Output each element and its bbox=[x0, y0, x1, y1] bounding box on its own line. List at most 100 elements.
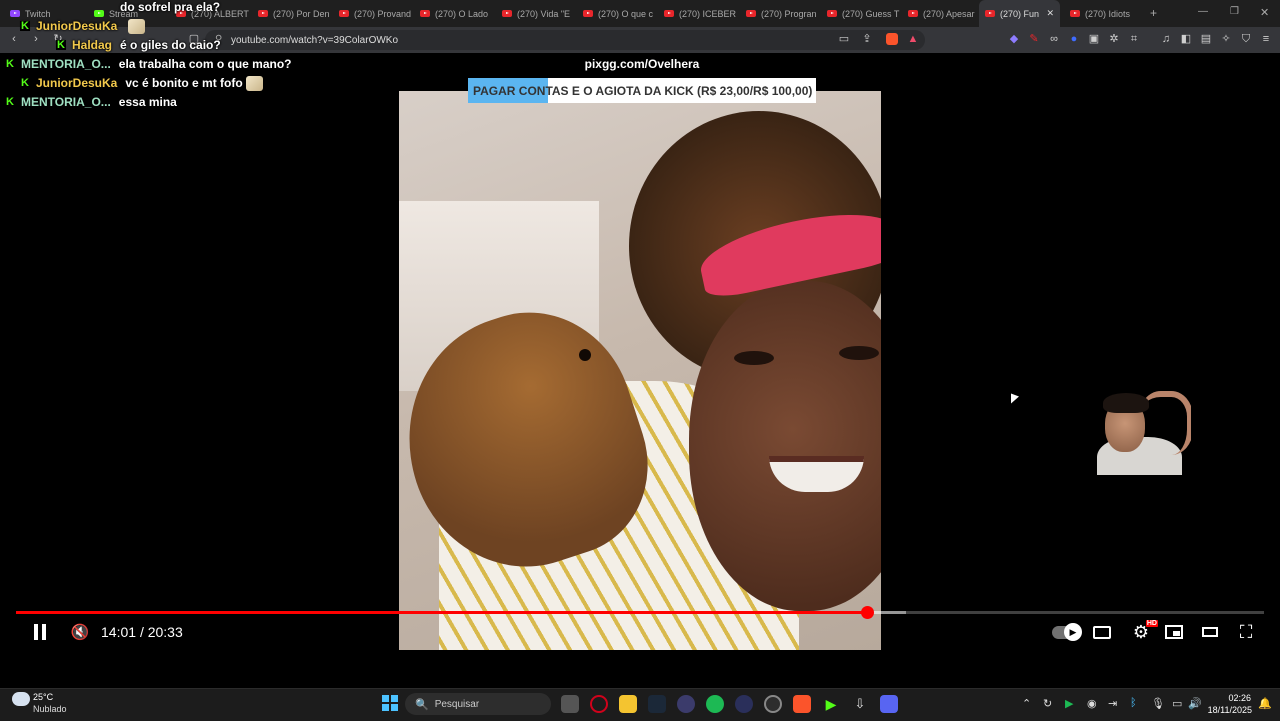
youtube-favicon-icon bbox=[258, 10, 268, 17]
kick-app-icon[interactable]: ▶ bbox=[822, 695, 840, 713]
vpn-shield-icon[interactable]: ⛉ bbox=[1240, 33, 1252, 45]
tab-item[interactable]: (270) Vida "E bbox=[496, 0, 577, 27]
muted-speaker-icon: 🔇 bbox=[70, 624, 90, 641]
kick-badge-icon: K bbox=[5, 96, 15, 108]
extension-icon[interactable]: ✎ bbox=[1028, 33, 1040, 45]
opera-icon[interactable] bbox=[590, 695, 608, 713]
subtitles-button[interactable] bbox=[1091, 620, 1113, 644]
close-tab-icon[interactable]: ✕ bbox=[1046, 8, 1054, 19]
sidebar-icon[interactable]: ◧ bbox=[1180, 33, 1192, 45]
close-window-button[interactable]: ✕ bbox=[1260, 6, 1269, 19]
settings-button[interactable]: ⚙ HD bbox=[1128, 620, 1158, 644]
chat-message: K MENTORIA_O... essa mina bbox=[5, 93, 177, 111]
app-icon[interactable] bbox=[735, 695, 753, 713]
tab-label: (270) Apesar bbox=[923, 8, 975, 19]
tab-item[interactable]: (270) ICEBER bbox=[658, 0, 739, 27]
kick-badge-icon: K bbox=[20, 77, 30, 89]
app-icon[interactable] bbox=[677, 695, 695, 713]
fullscreen-button[interactable]: ⛶ bbox=[1235, 620, 1257, 644]
cast-icon[interactable]: ▭ bbox=[838, 33, 850, 45]
download-icon[interactable]: ⇩ bbox=[851, 695, 869, 713]
back-icon[interactable]: ‹ bbox=[8, 33, 20, 45]
extension-icon[interactable]: ● bbox=[1068, 33, 1080, 45]
clock-date[interactable]: 18/11/2025 bbox=[1206, 705, 1252, 715]
wallet-icon[interactable]: ▤ bbox=[1200, 33, 1212, 45]
captions-icon bbox=[1093, 625, 1111, 639]
chat-text: ela trabalha com o que mano? bbox=[118, 57, 292, 71]
time-separator: / bbox=[139, 624, 144, 640]
maximize-button[interactable]: ❐ bbox=[1230, 6, 1239, 17]
video-frame[interactable] bbox=[399, 91, 881, 650]
pause-button[interactable] bbox=[28, 620, 52, 644]
tray-app-icon[interactable]: ⇥ bbox=[1108, 697, 1117, 710]
chat-text: vc é bonito e mt fofo bbox=[125, 76, 243, 90]
brave-rewards-icon[interactable]: ▲ bbox=[907, 33, 919, 45]
tab-active[interactable]: (270) Fun ✕ bbox=[979, 0, 1060, 27]
steam-icon[interactable] bbox=[648, 695, 666, 713]
weather-temperature[interactable]: 25°C bbox=[33, 692, 53, 702]
discord-icon[interactable] bbox=[880, 695, 898, 713]
chat-emote-icon bbox=[128, 18, 146, 34]
tab-item[interactable]: (270) Por Den bbox=[252, 0, 333, 27]
new-tab-button[interactable]: + bbox=[1150, 6, 1157, 20]
play-tray-icon[interactable]: ▶ bbox=[1065, 697, 1073, 710]
mouse-cursor bbox=[1011, 393, 1019, 407]
chat-message: K JuniorDesuKa vc é bonito e mt fofo bbox=[20, 74, 263, 92]
autoplay-toggle[interactable] bbox=[1051, 620, 1082, 644]
screenshot-icon[interactable]: ⌗ bbox=[1128, 33, 1140, 45]
tab-item[interactable]: (270) O Lado bbox=[414, 0, 495, 27]
tab-item[interactable]: (270) Apesar bbox=[902, 0, 983, 27]
menu-icon[interactable]: ≡ bbox=[1260, 33, 1272, 45]
notification-bell-icon[interactable]: 🔔 bbox=[1258, 697, 1272, 710]
file-explorer-icon[interactable] bbox=[619, 695, 637, 713]
duration: 20:33 bbox=[147, 624, 183, 640]
tab-item[interactable]: (270) Provand bbox=[333, 0, 414, 27]
chat-message: do sofrel pra ela? bbox=[120, 0, 220, 16]
obs-icon[interactable] bbox=[764, 695, 782, 713]
kick-favicon-icon bbox=[94, 10, 104, 17]
leo-ai-icon[interactable]: ✧ bbox=[1220, 33, 1232, 45]
clock-time[interactable]: 02:26 bbox=[1221, 693, 1251, 703]
spotify-icon[interactable] bbox=[706, 695, 724, 713]
fullscreen-icon: ⛶ bbox=[1239, 621, 1253, 642]
tab-item[interactable]: (270) Guess T bbox=[821, 0, 902, 27]
tab-item[interactable]: (270) O que c bbox=[577, 0, 658, 27]
extensions-puzzle-icon[interactable]: ✲ bbox=[1108, 33, 1120, 45]
miniplayer-icon bbox=[1165, 625, 1183, 639]
microphone-icon[interactable]: 🎙 bbox=[1151, 697, 1165, 710]
extension-icon[interactable]: ∞ bbox=[1048, 33, 1060, 45]
start-button[interactable] bbox=[382, 695, 398, 711]
brave-icon[interactable] bbox=[793, 695, 811, 713]
extension-icon[interactable]: ▣ bbox=[1088, 33, 1100, 45]
minimize-button[interactable]: — bbox=[1198, 6, 1208, 17]
mute-button[interactable]: 🔇 bbox=[68, 620, 92, 644]
share-icon[interactable]: ⇪ bbox=[861, 33, 873, 45]
url-field[interactable]: ⚲ youtube.com/watch?v=39ColarOWKo bbox=[205, 30, 925, 50]
brave-shield-icon[interactable] bbox=[886, 33, 898, 45]
miniplayer-button[interactable] bbox=[1163, 620, 1185, 644]
search-placeholder: Pesquisar bbox=[434, 698, 480, 710]
theater-mode-button[interactable] bbox=[1199, 620, 1221, 644]
tab-item[interactable]: (270) Idiots bbox=[1064, 0, 1145, 27]
sync-icon[interactable]: ↻ bbox=[1043, 697, 1052, 710]
webcam-hair bbox=[1103, 393, 1149, 413]
kick-badge-icon: K bbox=[56, 39, 66, 51]
chevron-up-icon[interactable]: ⌃ bbox=[1022, 697, 1031, 710]
taskbar-search[interactable]: 🔍 Pesquisar bbox=[405, 693, 551, 715]
tab-label: (270) O Lado bbox=[435, 8, 489, 19]
chat-emote-icon bbox=[245, 75, 263, 91]
weather-condition[interactable]: Nublado bbox=[33, 704, 67, 714]
media-icon[interactable]: ♫ bbox=[1160, 33, 1172, 45]
tab-label: (270) Por Den bbox=[273, 8, 330, 19]
task-view-icon[interactable] bbox=[561, 695, 579, 713]
extension-icon[interactable]: ◆ bbox=[1008, 33, 1020, 45]
bluetooth-icon[interactable]: ᛒ bbox=[1130, 697, 1137, 709]
network-icon[interactable]: ▭ bbox=[1172, 697, 1182, 710]
youtube-favicon-icon bbox=[827, 10, 837, 17]
tray-app-icon[interactable]: ◉ bbox=[1087, 697, 1097, 710]
url-text: youtube.com/watch?v=39ColarOWKo bbox=[231, 34, 399, 46]
youtube-favicon-icon bbox=[420, 10, 430, 17]
cloud-icon[interactable] bbox=[12, 692, 30, 706]
volume-icon[interactable]: 🔊 bbox=[1188, 697, 1202, 710]
tab-item[interactable]: (270) Progran bbox=[740, 0, 821, 27]
